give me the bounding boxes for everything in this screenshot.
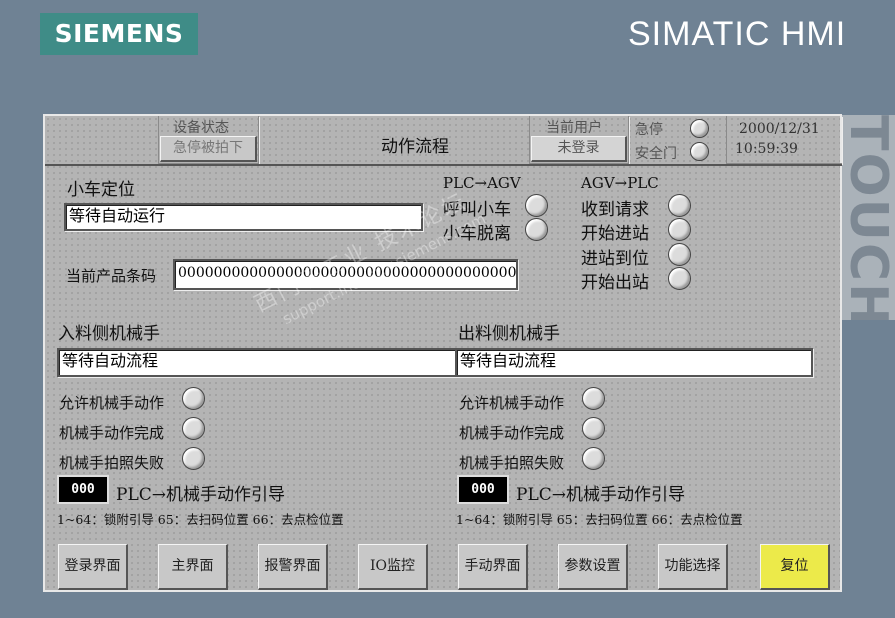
request-received-lamp — [668, 194, 691, 217]
call-cart-lamp — [525, 194, 548, 217]
time-display: 10:59:39 — [735, 141, 798, 157]
header-divider — [45, 164, 842, 166]
siemens-logo: SIEMENS — [40, 13, 198, 55]
agv-to-plc-signal-label: 收到请求 — [581, 200, 649, 220]
infeed-signal-label: 机械手拍照失败 — [59, 454, 165, 472]
outfeed-guide-input[interactable]: 000 — [457, 475, 509, 504]
device-status-label: 设备状态 — [173, 120, 229, 136]
nav-main-button[interactable]: 主界面 — [158, 544, 228, 590]
cart-section-title: 小车定位 — [67, 180, 135, 200]
plc-to-agv-signal-label: 呼叫小车 — [443, 200, 511, 220]
touch-side-label: TOUCH — [842, 115, 895, 320]
plc-to-agv-signal-label: 小车脱离 — [443, 224, 511, 244]
infeed-robot-status-field: 等待自动流程 — [57, 348, 459, 377]
agv-to-plc-signal-label: 开始出站 — [581, 273, 649, 293]
agv-to-plc-signal-label: 进站到位 — [581, 249, 649, 269]
outfeed-guide-hint: 1~64：锁附引导 65：去扫码位置 66：去点检位置 — [456, 512, 743, 527]
nav-parameters-button[interactable]: 参数设置 — [558, 544, 628, 590]
start-entry-lamp — [668, 218, 691, 241]
user-login-button[interactable]: 未登录 — [531, 136, 627, 162]
plc-to-agv-title: PLC→AGV — [443, 174, 521, 192]
safety-door-lamp — [690, 142, 709, 161]
reset-button[interactable]: 复位 — [760, 544, 830, 590]
simatic-hmi-title: SIMATIC HMI — [628, 15, 847, 53]
entry-complete-lamp — [668, 243, 691, 266]
nav-function-select-button[interactable]: 功能选择 — [658, 544, 728, 590]
outfeed-photo-fail-lamp — [582, 447, 605, 470]
estop-lamp — [690, 119, 709, 138]
outfeed-robot-title: 出料侧机械手 — [458, 324, 560, 344]
barcode-field: 00000000000000000000000000000000000000 — [173, 259, 518, 290]
infeed-guide-label: PLC→机械手动作引导 — [116, 485, 285, 505]
outfeed-signal-label: 机械手动作完成 — [459, 424, 565, 442]
outfeed-signal-label: 允许机械手动作 — [459, 394, 565, 412]
nav-io-monitor-button[interactable]: IO监控 — [358, 544, 428, 590]
outfeed-guide-label: PLC→机械手动作引导 — [516, 485, 685, 505]
cart-detach-lamp — [525, 218, 548, 241]
infeed-photo-fail-lamp — [182, 447, 205, 470]
infeed-action-complete-lamp — [182, 417, 205, 440]
infeed-signal-label: 机械手动作完成 — [59, 424, 165, 442]
infeed-allow-action-lamp — [182, 387, 205, 410]
infeed-robot-title: 入料侧机械手 — [58, 324, 160, 344]
agv-to-plc-signal-label: 开始进站 — [581, 224, 649, 244]
nav-manual-button[interactable]: 手动界面 — [458, 544, 528, 590]
outfeed-signal-label: 机械手拍照失败 — [459, 454, 565, 472]
nav-login-button[interactable]: 登录界面 — [58, 544, 128, 590]
current-user-label: 当前用户 — [546, 120, 602, 136]
cart-status-field: 等待自动运行 — [64, 203, 423, 231]
agv-to-plc-title: AGV→PLC — [581, 174, 659, 192]
outfeed-action-complete-lamp — [582, 417, 605, 440]
estop-label: 急停 — [635, 122, 663, 138]
barcode-label: 当前产品条码 — [66, 267, 157, 285]
nav-alarm-button[interactable]: 报警界面 — [258, 544, 328, 590]
page-title: 动作流程 — [381, 137, 449, 157]
date-display: 2000/12/31 — [739, 121, 820, 137]
hmi-screen: 设备状态 急停被拍下 动作流程 当前用户 未登录 急停 安全门 2000/12/… — [43, 114, 842, 592]
infeed-guide-input[interactable]: 000 — [57, 475, 109, 504]
infeed-guide-hint: 1~64：锁附引导 65：去扫码位置 66：去点检位置 — [57, 512, 344, 527]
outfeed-allow-action-lamp — [582, 387, 605, 410]
device-status-indicator: 急停被拍下 — [160, 136, 257, 162]
infeed-signal-label: 允许机械手动作 — [59, 394, 165, 412]
safety-door-label: 安全门 — [635, 146, 677, 162]
outfeed-robot-status-field: 等待自动流程 — [455, 348, 813, 377]
start-exit-lamp — [668, 267, 691, 290]
